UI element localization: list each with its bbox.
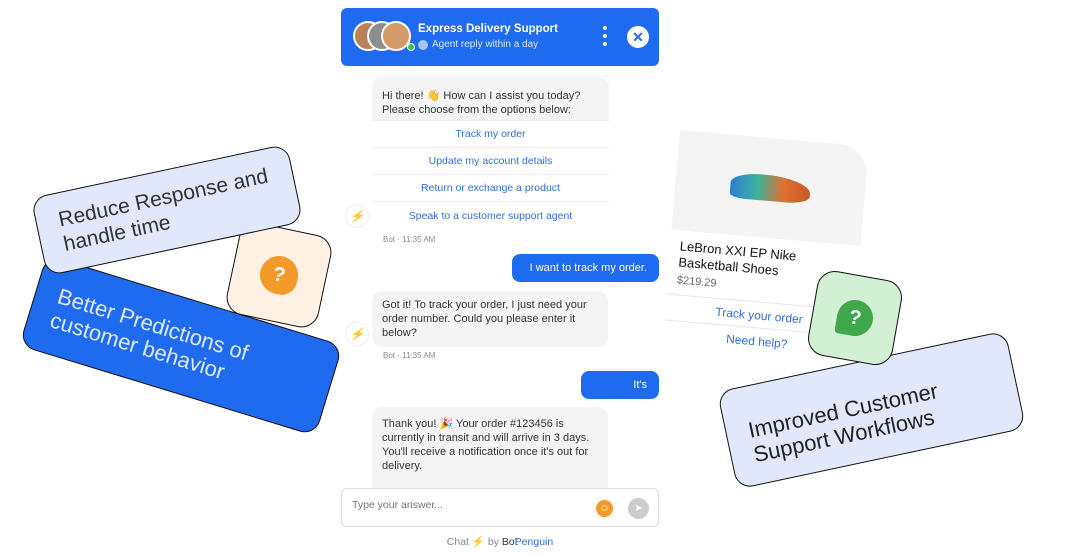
- option-speak-agent[interactable]: Speak to a customer support agent: [372, 201, 609, 229]
- bot-avatar-icon: ⚡: [345, 322, 369, 346]
- bot-avatar-icon: ⚡: [345, 204, 369, 228]
- reply-time: Agent reply within a day: [432, 39, 539, 50]
- footer-chat: Chat: [446, 536, 469, 548]
- chat-title: Express Delivery Support: [418, 23, 558, 35]
- timestamp: Bot · 11:35 AM: [383, 351, 436, 360]
- bot-message-options: Hi there! 👋 How can I assist you today? …: [372, 77, 609, 229]
- bolt-icon: ⚡: [471, 536, 485, 548]
- option-update-account[interactable]: Update my account details: [372, 147, 609, 174]
- emoji-icon[interactable]: ☺: [596, 500, 613, 517]
- chat-subtitle: Agent reply within a day: [418, 39, 538, 50]
- footer-by: by: [487, 536, 499, 548]
- brand-penguin: Penguin: [514, 536, 554, 548]
- message-input-box[interactable]: ☺ ➤: [341, 488, 659, 527]
- card-text: Improved Customer Support Workflows: [745, 378, 941, 468]
- option-track-order[interactable]: Track my order: [372, 120, 609, 147]
- clock-icon: [418, 39, 428, 50]
- bot-message: Thank you! 🎉 Your order #123456 is curre…: [372, 407, 608, 497]
- user-message: It's 123456.: [581, 371, 659, 419]
- bot-message: Got it! To track your order, I just need…: [372, 291, 608, 347]
- powered-by: Chat ⚡ by BotPenguin: [341, 535, 659, 548]
- greeting-text: Hi there! 👋 How can I assist you today? …: [382, 90, 581, 116]
- help-chat-card: ?: [805, 268, 905, 368]
- timestamp: Bot · 11:35 AM: [383, 235, 436, 244]
- chat-header: Express Delivery Support Agent reply wit…: [341, 8, 659, 66]
- close-button[interactable]: ✕: [627, 26, 649, 48]
- shoe-icon: [729, 171, 812, 205]
- message-input[interactable]: [352, 499, 582, 511]
- option-return-exchange[interactable]: Return or exchange a product: [372, 174, 609, 201]
- question-bubble-icon: ?: [834, 297, 876, 339]
- more-options-icon[interactable]: [603, 26, 609, 50]
- product-image: [671, 130, 870, 247]
- question-head-icon: ?: [256, 252, 302, 298]
- online-indicator: [407, 43, 415, 51]
- send-icon[interactable]: ➤: [628, 498, 649, 519]
- agent-avatars: [353, 21, 415, 53]
- user-message: I want to track my order.: [512, 254, 659, 282]
- question-head-card: ?: [223, 219, 335, 331]
